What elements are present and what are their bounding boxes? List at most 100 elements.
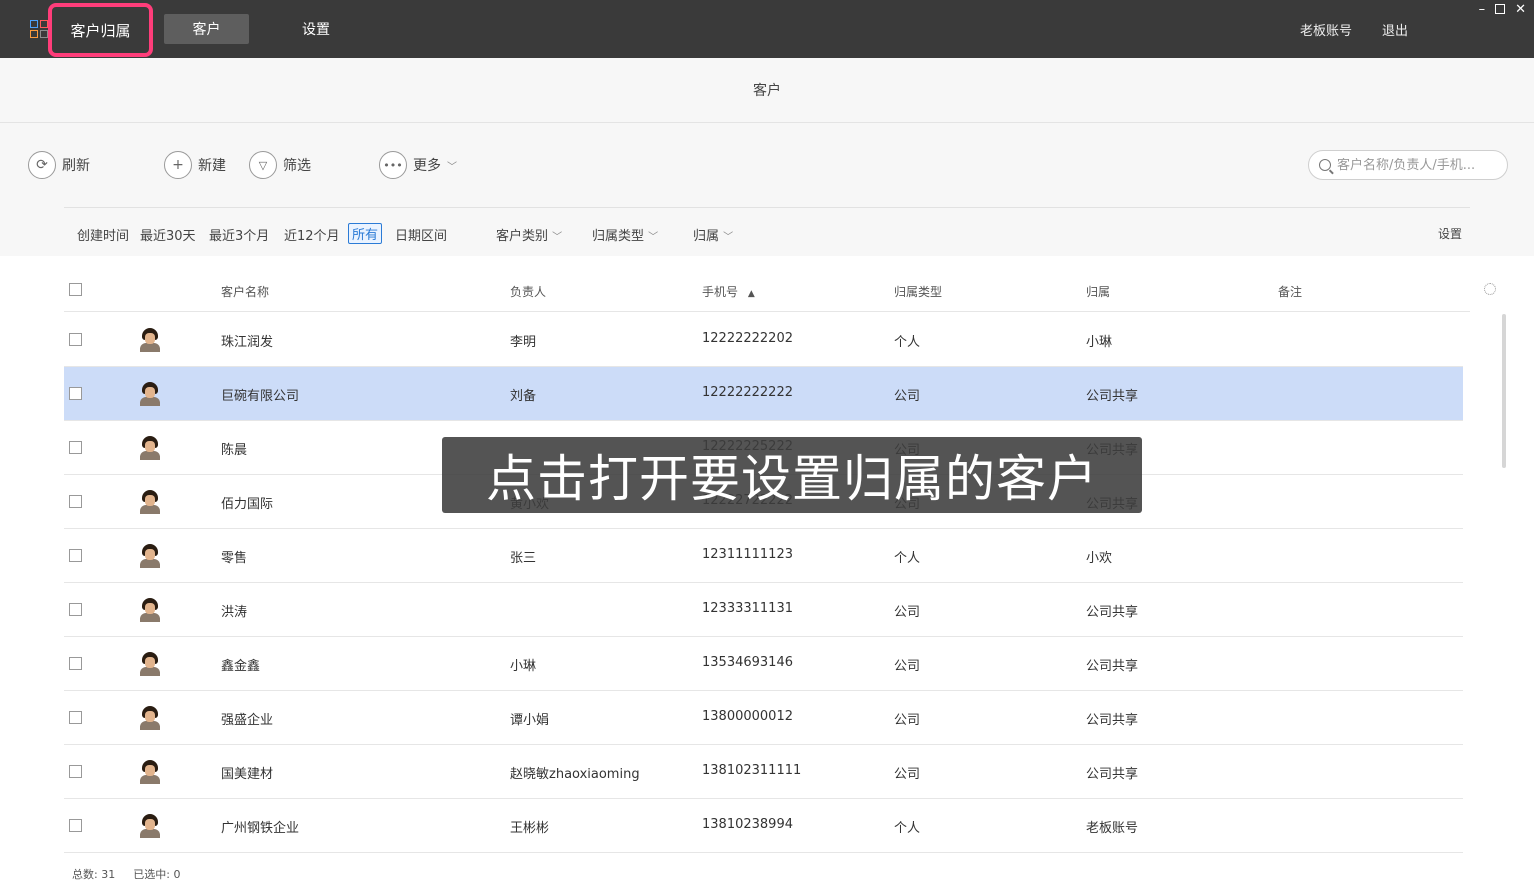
col-manager[interactable]: 负责人 — [510, 283, 546, 300]
plus-icon: + — [164, 151, 192, 179]
avatar — [138, 382, 162, 406]
chevron-down-icon: ﹀ — [723, 232, 734, 243]
cell-phone: 12222222222 — [702, 385, 793, 400]
ellipsis-icon: ••• — [379, 151, 407, 179]
owner-dropdown[interactable]: 归属 ﹀ — [693, 225, 733, 244]
row-checkbox[interactable] — [69, 549, 82, 562]
avatar — [138, 436, 162, 460]
total-value: 31 — [101, 868, 116, 881]
cell-customer-name: 广州钢铁企业 — [221, 821, 300, 836]
selected-count: 已选中: 0 — [133, 866, 180, 882]
filter-button[interactable]: ▽ 筛选 — [249, 151, 311, 179]
cell-manager: 小琳 — [510, 659, 537, 674]
range-30-days[interactable]: 最近30天 — [140, 225, 196, 244]
column-settings-gear-icon[interactable] — [1484, 283, 1496, 295]
cell-owner-type: 公司 — [894, 659, 921, 674]
close-icon[interactable]: ✕ — [1515, 2, 1526, 17]
cell-customer-name: 强盛企业 — [221, 713, 274, 728]
refresh-icon: ⟳ — [28, 151, 56, 179]
row-checkbox[interactable] — [69, 441, 82, 454]
filter-label: 筛选 — [283, 158, 311, 174]
top-bar: 客户归属 客户 设置 老板账号 退出 – ✕ — [0, 0, 1534, 58]
tab-customers[interactable]: 客户 — [164, 14, 249, 44]
avatar — [138, 760, 162, 784]
account-name[interactable]: 老板账号 — [1300, 20, 1352, 39]
tutorial-caption: 点击打开要设置归属的客户 — [442, 437, 1142, 513]
owner-type-dropdown[interactable]: 归属类型 ﹀ — [592, 225, 658, 244]
new-button[interactable]: + 新建 — [164, 151, 226, 179]
cell-owner-type: 公司 — [894, 767, 921, 782]
minimize-icon[interactable]: – — [1479, 2, 1486, 17]
table-row[interactable]: 国美建材 赵晓敏zhaoxiaoming 138102311111 公司 公司共享 — [64, 745, 1463, 799]
tab-settings[interactable]: 设置 — [290, 14, 342, 44]
table-row[interactable]: 珠江润发 李明 12222222202 个人 小琳 — [64, 313, 1463, 367]
cell-phone: 13800000012 — [702, 709, 793, 724]
col-phone-label: 手机号 — [702, 285, 739, 299]
vertical-scrollbar[interactable] — [1502, 314, 1506, 468]
selected-label: 已选中: — [133, 868, 170, 881]
cell-owner: 老板账号 — [1086, 821, 1139, 836]
avatar — [138, 328, 162, 352]
cell-customer-name: 陈晨 — [221, 443, 248, 458]
more-button[interactable]: ••• 更多 ﹀ — [379, 151, 457, 179]
cell-customer-name: 洪涛 — [221, 605, 248, 620]
app-grid-icon[interactable] — [30, 20, 48, 38]
cell-owner: 小欢 — [1086, 551, 1113, 566]
col-phone[interactable]: 手机号 ▲ — [702, 283, 755, 300]
range-12-months[interactable]: 近12个月 — [284, 225, 340, 244]
funnel-icon: ▽ — [249, 151, 277, 179]
col-note[interactable]: 备注 — [1278, 283, 1302, 300]
created-time-label: 创建时间 — [77, 229, 130, 244]
cell-customer-name: 佰力国际 — [221, 497, 274, 512]
selected-value: 0 — [173, 868, 181, 881]
table-row[interactable]: 零售 张三 12311111123 个人 小欢 — [64, 529, 1463, 583]
refresh-button[interactable]: ⟳ 刷新 — [28, 151, 90, 179]
cell-manager: 张三 — [510, 551, 537, 566]
col-customer-name[interactable]: 客户名称 — [221, 283, 269, 300]
col-owner-type[interactable]: 归属类型 — [894, 283, 942, 300]
category-dropdown[interactable]: 客户类别 ﹀ — [496, 225, 562, 244]
table-row[interactable]: 强盛企业 谭小娟 13800000012 公司 公司共享 — [64, 691, 1463, 745]
table-row[interactable]: 广州钢铁企业 王彬彬 13810238994 个人 老板账号 — [64, 799, 1463, 853]
cell-customer-name: 国美建材 — [221, 767, 274, 782]
app-title[interactable]: 客户归属 — [48, 3, 153, 57]
row-checkbox[interactable] — [69, 657, 82, 670]
cell-phone: 13810238994 — [702, 817, 793, 832]
table-row[interactable]: 鑫金鑫 小琳 13534693146 公司 公司共享 — [64, 637, 1463, 691]
table-row[interactable]: 洪涛 12333311131 公司 公司共享 — [64, 583, 1463, 637]
select-all-checkbox[interactable] — [69, 283, 82, 296]
chevron-down-icon: ﹀ — [552, 232, 563, 243]
avatar — [138, 544, 162, 568]
cell-customer-name: 鑫金鑫 — [221, 659, 261, 674]
chevron-down-icon: ﹀ — [648, 232, 659, 243]
row-checkbox[interactable] — [69, 819, 82, 832]
search-box[interactable] — [1308, 150, 1508, 180]
owner-label: 归属 — [693, 229, 720, 244]
filter-settings-link[interactable]: 设置 — [1438, 225, 1462, 242]
avatar — [138, 598, 162, 622]
logout-button[interactable]: 退出 — [1382, 20, 1408, 39]
refresh-label: 刷新 — [62, 158, 90, 174]
row-checkbox[interactable] — [69, 387, 82, 400]
table-row[interactable]: 巨碗有限公司 刘备 12222222222 公司 公司共享 — [64, 367, 1463, 421]
row-checkbox[interactable] — [69, 765, 82, 778]
page-title: 客户 — [0, 58, 1534, 123]
more-label: 更多 — [413, 158, 441, 174]
search-input[interactable] — [1337, 157, 1497, 173]
cell-owner: 公司共享 — [1086, 605, 1139, 620]
range-all[interactable]: 所有 — [348, 223, 383, 244]
avatar — [138, 814, 162, 838]
range-3-months[interactable]: 最近3个月 — [209, 225, 269, 244]
cell-owner: 公司共享 — [1086, 767, 1139, 782]
cell-customer-name: 零售 — [221, 551, 248, 566]
col-owner[interactable]: 归属 — [1086, 283, 1110, 300]
row-checkbox[interactable] — [69, 495, 82, 508]
cell-owner: 小琳 — [1086, 335, 1113, 350]
cell-owner: 公司共享 — [1086, 659, 1139, 674]
cell-owner-type: 个人 — [894, 551, 921, 566]
row-checkbox[interactable] — [69, 333, 82, 346]
row-checkbox[interactable] — [69, 603, 82, 616]
range-custom[interactable]: 日期区间 — [395, 225, 447, 244]
row-checkbox[interactable] — [69, 711, 82, 724]
maximize-icon[interactable] — [1495, 4, 1506, 14]
